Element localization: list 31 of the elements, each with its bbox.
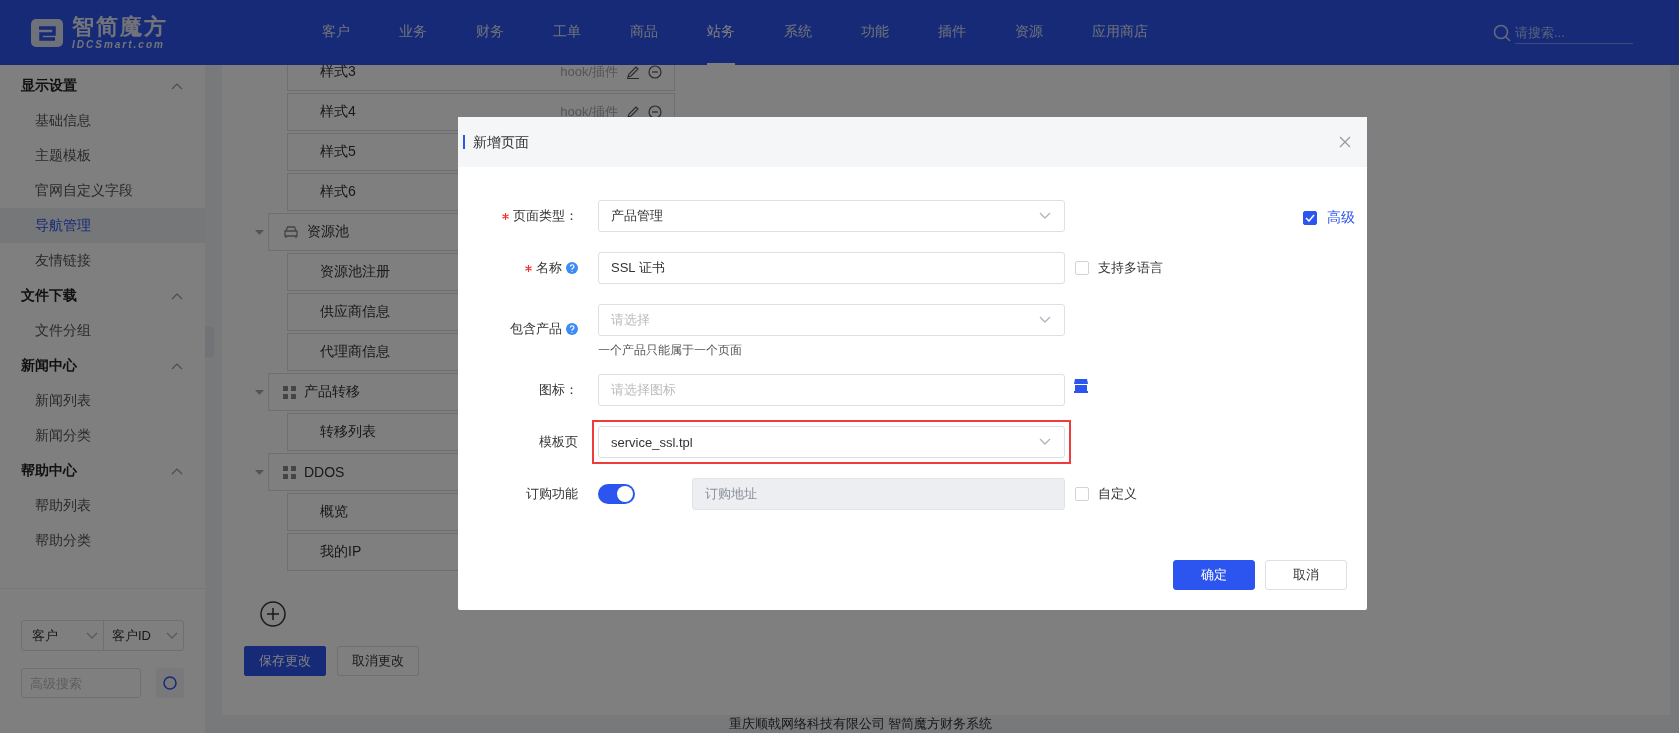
logo-subtitle: IDCSmart.com	[72, 39, 166, 50]
section-heading: 新闻中心	[21, 356, 77, 375]
section-heading: 文件下载	[21, 286, 77, 305]
field-label: 图标：	[539, 381, 578, 399]
dialog-title: 新增页面	[463, 135, 529, 149]
checkbox-label: 自定义	[1098, 485, 1137, 503]
section-heading: 显示设置	[21, 76, 77, 95]
row-label: 我的IP	[320, 543, 362, 561]
row-label: DDOS	[304, 464, 345, 480]
row-label: 样式6	[320, 183, 356, 201]
checkbox-label: 支持多语言	[1098, 259, 1163, 277]
field-label: 页面类型：	[513, 207, 578, 225]
row-label: 转移列表	[320, 423, 376, 441]
row-label: 样式4	[320, 103, 356, 121]
checkbox-label: 高级	[1327, 209, 1355, 227]
logo-text: 智简魔方	[72, 15, 168, 39]
footer-text: 重庆顺戟网络科技有限公司 智简魔方财务系统	[727, 715, 994, 733]
row-label: 资源池注册	[320, 263, 390, 281]
row-label: 供应商信息	[320, 303, 390, 321]
row-label: 代理商信息	[320, 343, 390, 361]
row-label: 资源池	[307, 223, 349, 241]
row-label: 样式3	[320, 65, 356, 81]
field-label: 模板页	[539, 433, 578, 451]
hint-text: 一个产品只能属于一个页面	[598, 342, 743, 359]
row-label: 概览	[320, 503, 348, 521]
row-label: 样式5	[320, 143, 356, 161]
field-label: 包含产品	[510, 320, 562, 338]
field-label: 名称	[536, 259, 562, 277]
row-label: 产品转移	[304, 383, 360, 401]
field-label: 订购功能	[526, 485, 578, 503]
section-heading: 帮助中心	[21, 461, 77, 480]
